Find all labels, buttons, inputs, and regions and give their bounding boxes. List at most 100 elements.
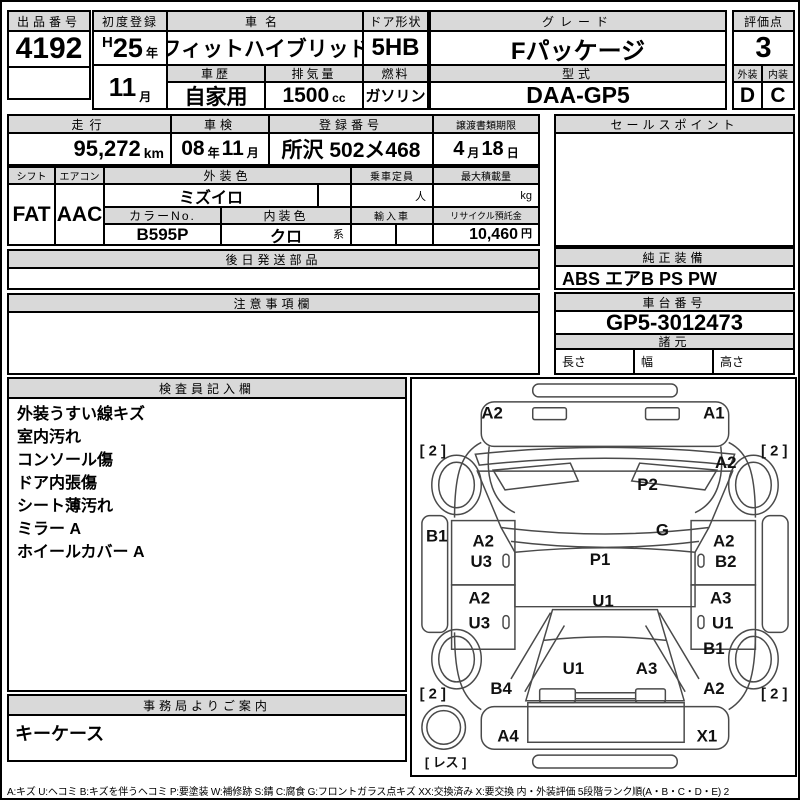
door-shape-value: 5HB	[364, 32, 427, 66]
spare-tire-inner	[427, 711, 461, 745]
handle-front-left	[503, 554, 509, 567]
auction-no-empty	[9, 68, 89, 98]
registration-label: 登録番号	[270, 116, 434, 134]
displacement-value: 1500cc	[266, 83, 364, 108]
auction-sheet: 出品番号 4192 初度登録 H25年 11月 車名 フィットハイブリッド ドア…	[0, 0, 800, 800]
ext-color-extra	[319, 185, 352, 208]
damage-marker: P1	[590, 550, 611, 569]
damage-marker: A3	[636, 659, 658, 678]
inspector-note: ミラー A	[17, 518, 81, 541]
front-bumper-detail-right	[646, 408, 680, 420]
score-block: 評価点 3 外装 内装 D C	[732, 10, 795, 110]
handle-rear-left	[503, 616, 509, 629]
first-reg-year: H25年	[94, 32, 168, 66]
inspection-value: 08年11月	[172, 134, 270, 164]
damage-marker: A2	[469, 589, 491, 608]
wheel-rear-left-inner	[439, 636, 475, 682]
ext-color-value: ミズイロ	[105, 185, 319, 208]
exterior-label: 外装	[734, 66, 763, 83]
ext-color-label: 外装色	[105, 168, 352, 185]
first-reg-era: H	[102, 32, 113, 51]
headlight-left	[493, 463, 578, 490]
inspector-note: ホイールカバー A	[17, 541, 145, 564]
specs-label: 諸元	[556, 335, 793, 350]
office-label: 事務局よりご案内	[9, 696, 405, 716]
damage-marker: P2	[637, 475, 658, 494]
score-label: 評価点	[734, 12, 793, 32]
grade-value: Fパッケージ	[431, 32, 725, 66]
damage-marker: A2	[715, 453, 737, 472]
damage-marker: A4	[497, 726, 519, 745]
sales-point-block: セールスポイント	[554, 114, 795, 247]
damage-marker: [ 2 ]	[761, 687, 787, 703]
damage-marker: A2	[713, 531, 735, 550]
mileage-row: 走行 95,272km 車検 08年11月 登録番号 所沢 502メ468 譲渡…	[7, 114, 540, 166]
int-color-value: クロ系	[222, 225, 352, 244]
import-cell-2	[397, 225, 434, 244]
equipment-label: 純正装備	[556, 249, 793, 267]
front-top-bar	[533, 384, 677, 397]
int-color-suffix: 系	[333, 226, 344, 242]
sales-point-value	[556, 134, 793, 245]
front-bumper-detail-left	[533, 408, 567, 420]
caution-value	[9, 313, 538, 373]
registration-value: 所沢 502メ468	[270, 134, 434, 164]
damage-marker: B1	[703, 639, 725, 658]
color-no-value: B595P	[105, 225, 222, 244]
damage-marker: A2	[473, 531, 494, 550]
inspector-note: コンソール傷	[17, 449, 113, 472]
auction-no-label: 出品番号	[9, 12, 89, 32]
deadline-label: 譲渡書類期限	[434, 116, 538, 134]
grade-block: グレード Fパッケージ 型式 DAA-GP5	[429, 10, 727, 110]
recycle-label: リサイクル預託金	[434, 208, 538, 225]
damage-marker: [ レス ]	[425, 755, 466, 770]
rear-window-bottom	[544, 637, 667, 640]
wheel-rear-right-inner	[736, 636, 772, 682]
car-name-label: 車名	[168, 12, 364, 32]
damage-marker: U1	[712, 613, 734, 632]
damage-marker: G	[656, 520, 669, 539]
interior-grade: C	[763, 83, 793, 108]
car-diagram-svg: A2A1[ 2 ][ 2 ]A2P2B1A2U3GP1A2B2A2U3U1A3U…	[412, 379, 795, 775]
car-outline	[422, 384, 788, 768]
max-load-label: 最大積載量	[434, 168, 538, 185]
chassis-value: GP5-3012473	[556, 312, 793, 335]
inspector-note: シート薄汚れ	[17, 495, 113, 518]
score-value: 3	[734, 32, 793, 66]
first-reg-month: 11月	[94, 66, 168, 108]
exterior-grade: D	[734, 83, 763, 108]
damage-marker: A2	[481, 404, 503, 423]
model-code-value: DAA-GP5	[431, 83, 725, 108]
chassis-label: 車台番号	[556, 294, 793, 312]
handle-rear-right	[698, 616, 704, 629]
damage-marker: B2	[715, 552, 737, 571]
equipment-value: ABS エアB PS PW	[556, 267, 793, 288]
damage-marker: [ 2 ]	[761, 443, 787, 459]
office-note: キーケース	[9, 716, 405, 760]
inspector-label: 検査員記入欄	[9, 379, 405, 399]
c-pillar-left	[511, 613, 564, 692]
damage-marker: [ 2 ]	[420, 687, 446, 703]
mileage-label: 走行	[9, 116, 172, 134]
damage-diagram: A2A1[ 2 ][ 2 ]A2P2B1A2U3GP1A2B2A2U3U1A3U…	[410, 377, 797, 777]
displacement-label: 排気量	[266, 66, 364, 83]
damage-marker: A2	[703, 679, 725, 698]
damage-marker: U1	[563, 659, 585, 678]
hatch-lower	[528, 703, 684, 743]
hatch	[526, 610, 684, 701]
width-label: 幅	[635, 350, 714, 373]
car-name-value: フィットハイブリッド	[168, 32, 364, 66]
int-color-label: 内装色	[222, 208, 352, 225]
inspection-label: 車検	[172, 116, 270, 134]
max-load-value: kg	[434, 185, 538, 208]
history-value: 自家用	[168, 83, 266, 108]
height-label: 高さ	[714, 350, 793, 373]
vehicle-info-block: 初度登録 H25年 11月 車名 フィットハイブリッド ドア形状 5HB 車歴 …	[92, 10, 429, 110]
first-reg-label: 初度登録	[94, 12, 168, 32]
history-label: 車歴	[168, 66, 266, 83]
damage-marker: B4	[490, 679, 512, 698]
color-no-label: カラーNo.	[105, 208, 222, 225]
fuel-label: 燃料	[364, 66, 427, 83]
damage-marker: U3	[471, 552, 493, 571]
damage-marker: U3	[469, 613, 491, 632]
